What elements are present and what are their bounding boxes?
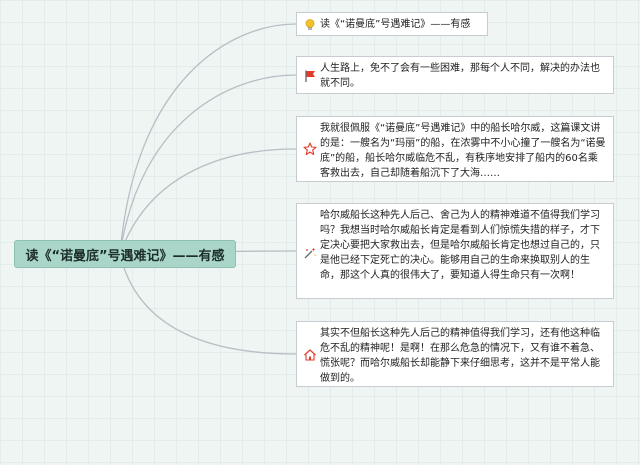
- connector-2: [119, 148, 297, 255]
- branch-topic-reflection[interactable]: 哈尔威船长这种先人后己、舍己为人的精神难道不值得我们学习吗？我想当时哈尔威船长肯…: [296, 203, 614, 299]
- branch-text: 我就很佩服《“诺曼底”号遇难记》中的船长哈尔威，这篇课文讲的是：一艘名为“玛丽”…: [320, 123, 606, 179]
- home-icon: [304, 349, 316, 361]
- star-outline-icon: [303, 142, 317, 156]
- lightbulb-icon: [305, 19, 315, 30]
- branch-topic-title[interactable]: 读《“诺曼底”号遇难记》——有感: [296, 12, 488, 36]
- branch-topic-conclusion[interactable]: 其实不但船长这种先人后己的精神值得我们学习，还有他这种临危不乱的精神呢！是啊！在…: [296, 321, 614, 387]
- red-flag-icon: [305, 70, 315, 82]
- magic-wand-icon: [304, 247, 316, 259]
- connector-0: [119, 23, 297, 255]
- root-topic-title: 读《“诺曼底”号遇难记》——有感: [25, 248, 225, 264]
- branch-text: 其实不但船长这种先人后己的精神值得我们学习，还有他这种临危不乱的精神呢！是啊！在…: [320, 328, 600, 384]
- branch-text: 哈尔威船长这种先人后己、舍己为人的精神难道不值得我们学习吗？我想当时哈尔威船长肯…: [320, 210, 600, 281]
- branch-topic-story[interactable]: 我就很佩服《“诺曼底”号遇难记》中的船长哈尔威，这篇课文讲的是：一艘名为“玛丽”…: [296, 116, 614, 182]
- branch-text: 人生路上，免不了会有一些困难，那每个人不同，解决的办法也就不同。: [320, 63, 600, 89]
- branch-topic-intro[interactable]: 人生路上，免不了会有一些困难，那每个人不同，解决的办法也就不同。: [296, 56, 614, 94]
- branch-text: 读《“诺曼底”号遇难记》——有感: [320, 19, 471, 30]
- root-topic[interactable]: 读《“诺曼底”号遇难记》——有感: [14, 240, 236, 268]
- connector-4: [119, 253, 297, 355]
